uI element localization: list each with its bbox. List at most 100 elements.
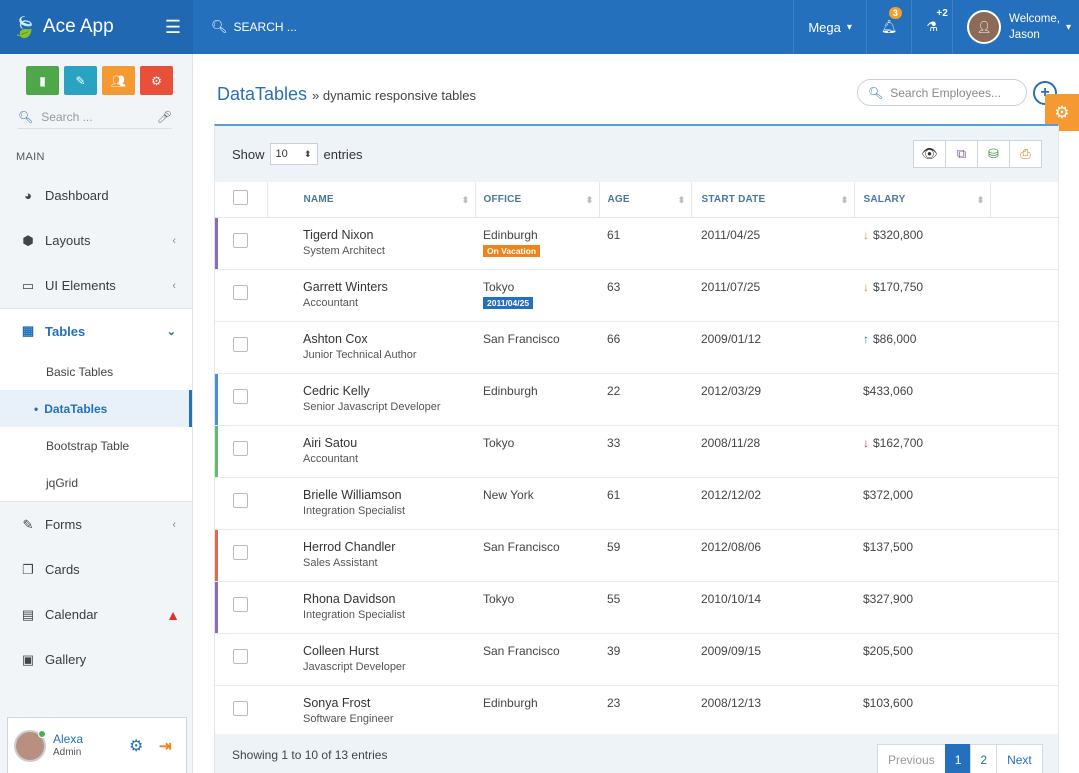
sidebar-item-tables[interactable]: ▦ Tables ⌄ (0, 308, 192, 353)
sidebar-item-gallery[interactable]: ▣ Gallery (0, 637, 192, 682)
brand[interactable]: 🍃 Ace App ☰ (0, 0, 193, 54)
sidebar-item-label: Dashboard (45, 188, 109, 203)
row-select-cell (215, 529, 267, 582)
user-menu[interactable]: 👤︎ Welcome, Jason ▾ (952, 0, 1079, 54)
gear-icon[interactable]: ⚙ (129, 736, 143, 756)
sidebar-item-cards[interactable]: ❐ Cards (0, 547, 192, 592)
sidebar-item-ui-elements[interactable]: ▭ UI Elements ‹ (0, 263, 192, 308)
hamburger-menu-icon[interactable]: ☰ (165, 17, 181, 38)
age-cell: 55 (599, 581, 691, 634)
table-row[interactable]: Airi Satou Accountant Tokyo 33 2008/11/28 ↓ $1… (215, 425, 1058, 478)
table-row[interactable]: Herrod Chandler Sales Assistant San Franci… (215, 529, 1058, 582)
desktop-icon: ▭ (21, 277, 35, 293)
select-all-checkbox[interactable] (233, 190, 248, 206)
row-indicator (215, 217, 218, 269)
row-checkbox[interactable] (233, 648, 248, 664)
sidebar-item-label: Calendar (45, 607, 98, 622)
row-checkbox[interactable] (233, 336, 248, 352)
row-checkbox[interactable] (233, 700, 248, 716)
avatar[interactable] (14, 729, 46, 762)
eye-icon[interactable]: 👁︎ (913, 140, 946, 168)
employee-search-input[interactable]: Search Employees... (890, 86, 1001, 100)
microphone-icon[interactable]: 🎤︎ (157, 110, 172, 124)
name-cell: Brielle Williamson Integration Specialist (267, 477, 475, 530)
navbar-search-input[interactable]: SEARCH ... (234, 20, 297, 34)
employee-name: Tigerd Nixon (303, 227, 374, 242)
database-icon[interactable]: ⛁ (977, 140, 1010, 168)
row-checkbox[interactable] (233, 596, 248, 612)
salary-cell: ↓ $170,750 (854, 269, 990, 322)
welcome-label: Welcome, (1009, 12, 1060, 25)
table-row[interactable]: Tigerd Nixon System Architect Edinburgh On … (215, 217, 1058, 270)
employee-position: Integration Specialist (303, 608, 406, 621)
col-salary[interactable]: SALARY ⬍ (854, 182, 991, 218)
col-age[interactable]: AGE ⬍ (599, 182, 692, 218)
sort-icon: ⬍ (677, 195, 686, 205)
dashboard-icon: ◕ (24, 188, 32, 203)
table-row[interactable]: Brielle Williamson Integration Specialist… (215, 477, 1058, 530)
col-start-date[interactable]: START DATE ⬍ (691, 182, 855, 218)
row-checkbox[interactable] (233, 492, 248, 508)
table-row[interactable]: Ashton Cox Junior Technical Author San Fra… (215, 321, 1058, 374)
search-icon: 🔍︎ (18, 110, 34, 124)
submenu-bootstrap-table[interactable]: Bootstrap Table (0, 427, 192, 464)
salary-cell: $205,500 (854, 633, 990, 686)
spacer-cell (990, 425, 1058, 478)
row-checkbox[interactable] (233, 232, 248, 248)
bell-icon: 🔔︎ (880, 19, 898, 34)
pagination-previous[interactable]: Previous (877, 744, 946, 773)
employee-search[interactable]: 🔍︎ Search Employees... (857, 79, 1027, 106)
office-tag: 2011/04/25 (483, 296, 534, 309)
employee-age: 39 (607, 643, 621, 658)
submenu-jqgrid[interactable]: jqGrid (0, 464, 192, 501)
employee-salary: $170,750 (873, 279, 924, 294)
entries-label: entries (323, 146, 363, 162)
sidebar-item-label: Cards (45, 562, 80, 577)
users-shortcut-icon[interactable]: 👥︎ (102, 66, 135, 95)
pagination-next[interactable]: Next (996, 744, 1043, 773)
employee-start-date: 2012/08/06 (701, 539, 762, 554)
name-cell: Colleen Hurst Javascript Developer (267, 633, 475, 686)
table-row[interactable]: Rhona Davidson Integration Specialist Toky… (215, 581, 1058, 634)
col-name[interactable]: NAME ⬍ (267, 182, 476, 218)
col-office[interactable]: OFFICE ⬍ (475, 182, 600, 218)
tasks-button[interactable]: ⚗ +2 (911, 0, 952, 54)
edit-shortcut-icon[interactable]: ✎ (64, 66, 97, 95)
tables-submenu: Basic Tables DataTables Bootstrap Table … (0, 353, 192, 502)
pagination-page-1[interactable]: 1 (944, 744, 972, 773)
entries-select[interactable]: 10 (269, 143, 318, 165)
mega-menu[interactable]: Mega ▾ (793, 0, 866, 54)
sidebar-item-calendar[interactable]: ▤ Calendar ▲ (0, 592, 192, 637)
navbar-search[interactable]: 🔍︎ SEARCH ... (211, 19, 297, 35)
table-header-row: NAME ⬍ OFFICE ⬍ AGE ⬍ START DATE ⬍ SALARY ⬍ (215, 182, 1058, 218)
notifications-button[interactable]: 🔔︎ 3 (865, 0, 912, 54)
table-row[interactable]: Colleen Hurst Javascript Developer San Fra… (215, 633, 1058, 686)
sidebar-item-dashboard[interactable]: ◕ Dashboard (0, 173, 192, 218)
logout-icon[interactable]: ⇥ (159, 737, 172, 755)
submenu-datatables[interactable]: DataTables (0, 390, 192, 427)
row-checkbox[interactable] (233, 440, 248, 456)
row-checkbox[interactable] (233, 544, 248, 560)
signal-chart-icon[interactable]: ▮ (26, 66, 59, 95)
table-row[interactable]: Cedric Kelly Senior Javascript Developer E… (215, 373, 1058, 426)
sidebar-item-layouts[interactable]: ⬢ Layouts ‹ (0, 218, 192, 263)
table-icon: ▦ (21, 323, 35, 338)
employee-age: 61 (607, 227, 621, 242)
employee-office: Tokyo (483, 279, 515, 294)
sidebar-item-forms[interactable]: ✎ Forms ‹ (0, 502, 192, 547)
employee-salary: $205,500 (863, 643, 914, 658)
table-row[interactable]: Garrett Winters Accountant Tokyo 2011/04/25… (215, 269, 1058, 322)
submenu-basic-tables[interactable]: Basic Tables (0, 353, 192, 390)
pagination-page-2[interactable]: 2 (970, 744, 998, 773)
row-checkbox[interactable] (233, 284, 248, 300)
cogs-shortcut-icon[interactable]: ⚙ (140, 66, 173, 95)
sidebar-search-input[interactable]: Search ... (41, 110, 92, 124)
table-row[interactable]: Sonya Frost Software Engineer Edinburgh 23 2… (215, 685, 1058, 738)
sidebar-search[interactable]: 🔍︎ Search ... 🎤︎ (18, 110, 172, 129)
start-date-cell: 2011/04/25 (691, 217, 854, 270)
row-checkbox[interactable] (233, 388, 248, 404)
print-icon[interactable]: ⎙ (1009, 140, 1042, 168)
sidebar-user-name[interactable]: Alexa (53, 732, 83, 747)
copy-icon[interactable]: ⧉ (945, 140, 978, 168)
name-cell: Airi Satou Accountant (267, 425, 475, 478)
